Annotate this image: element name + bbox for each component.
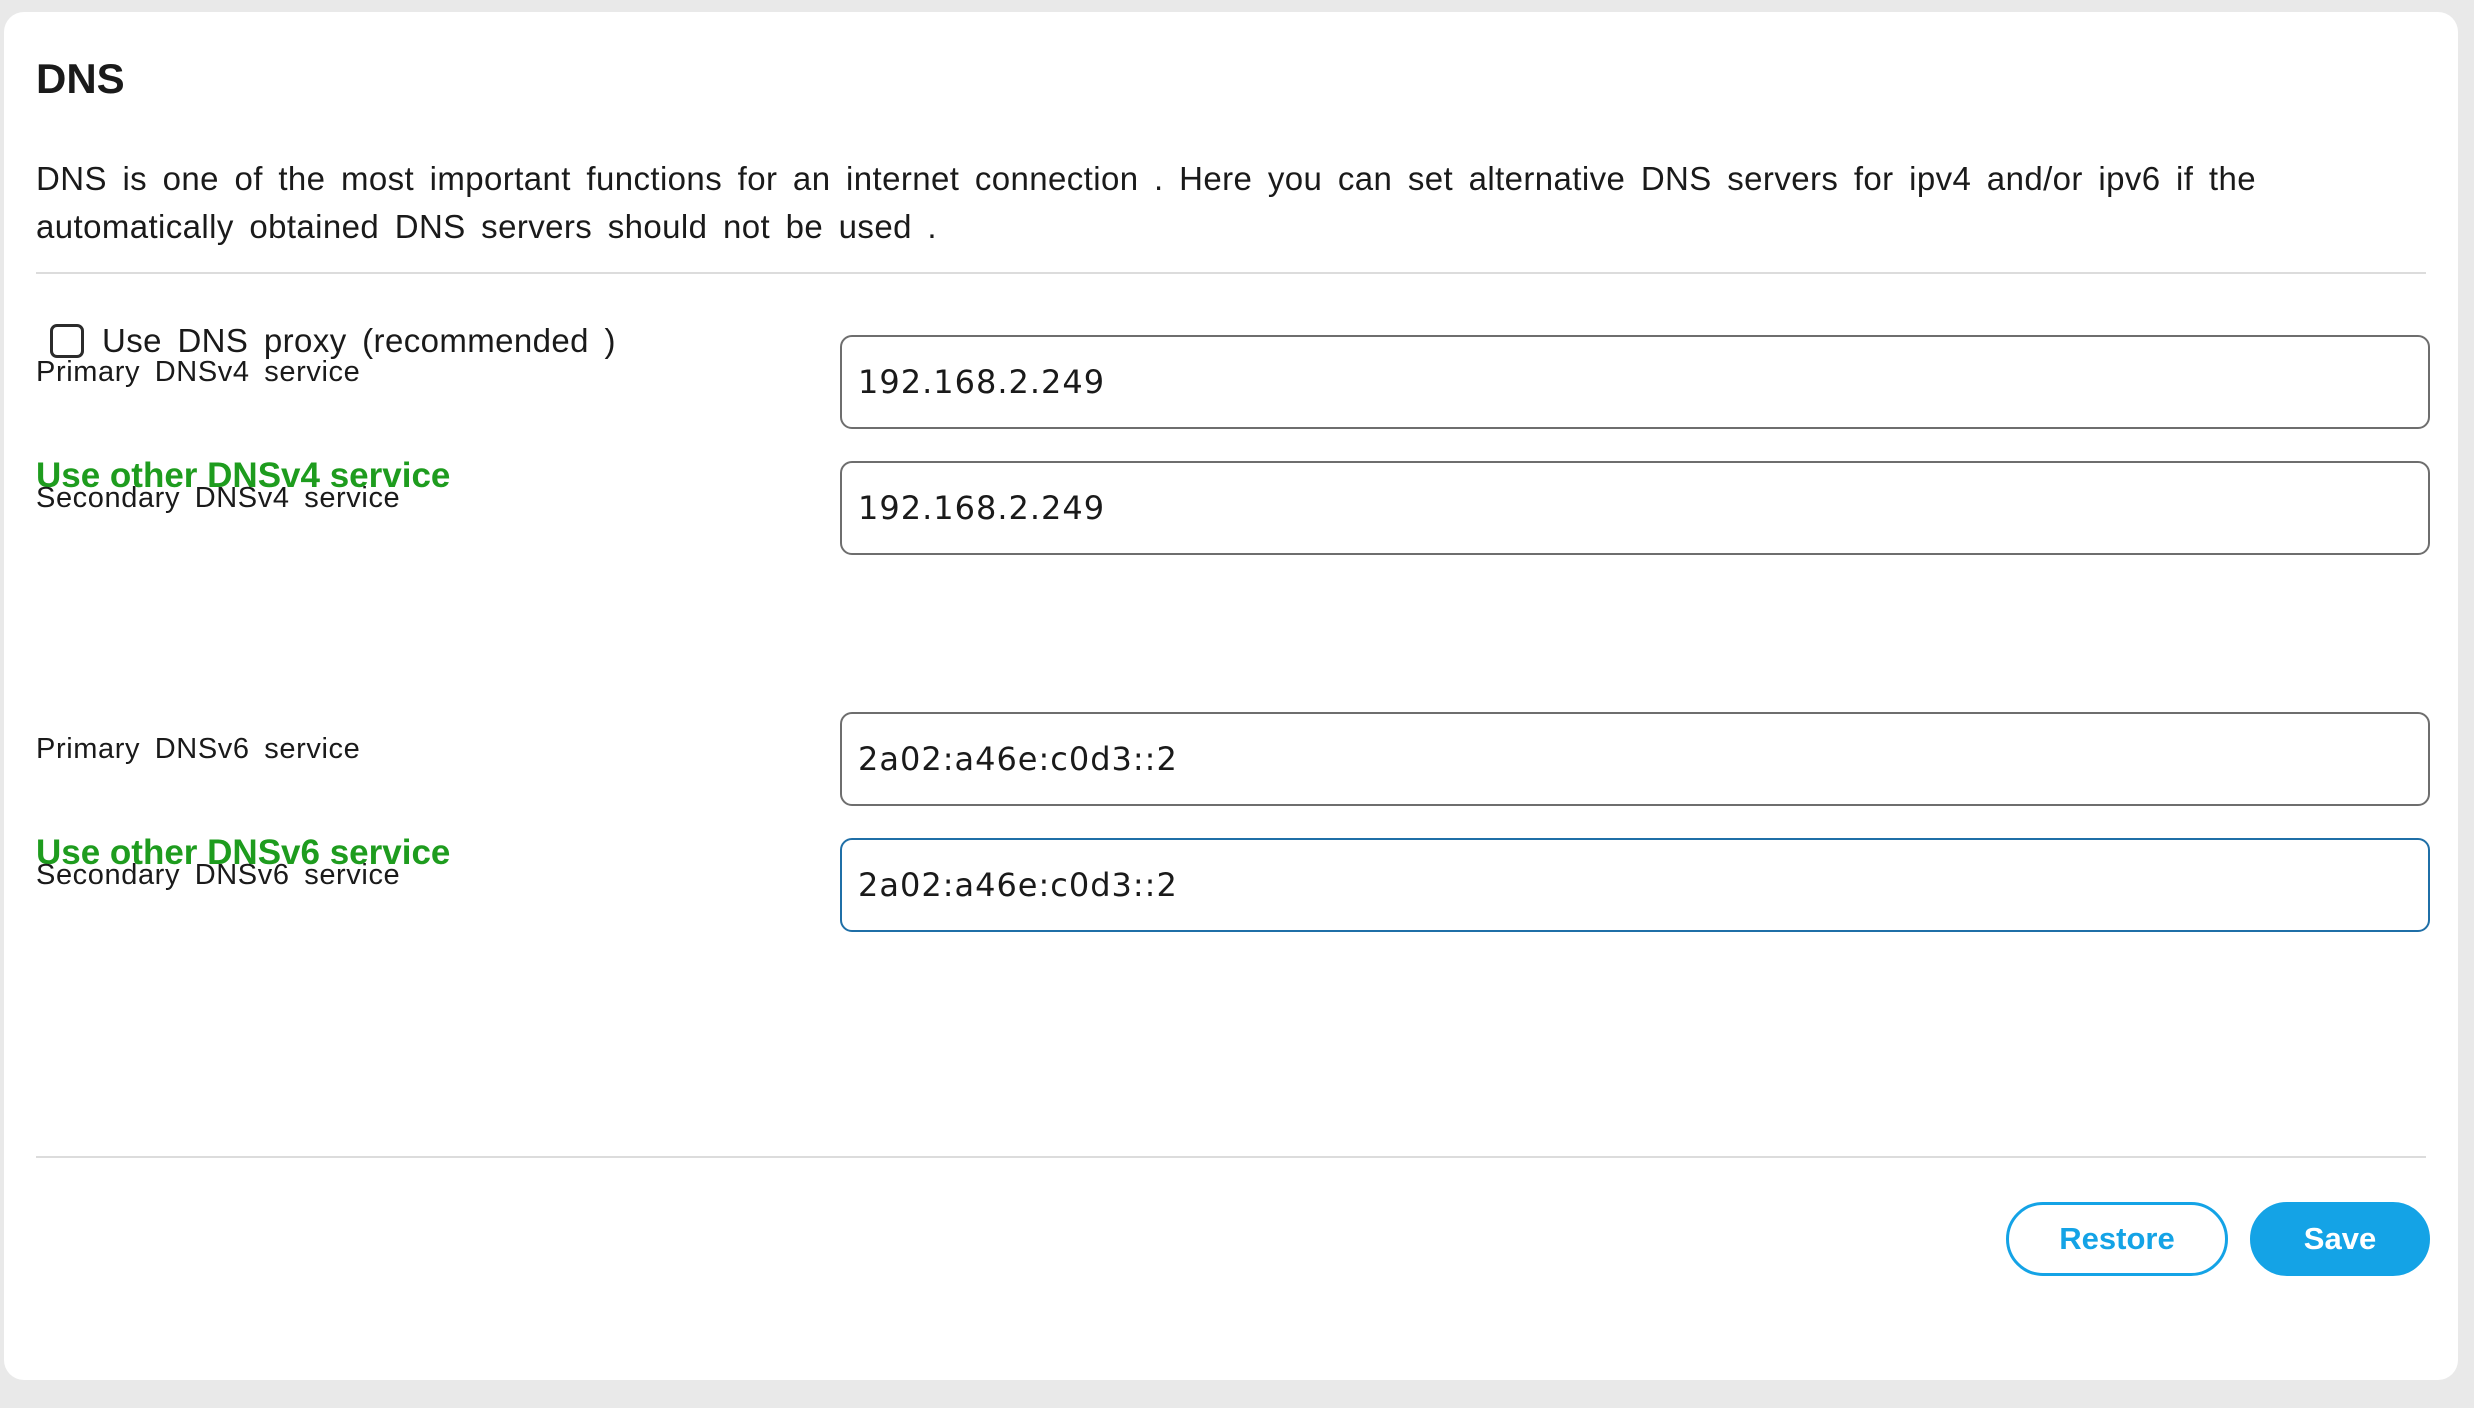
restore-button[interactable]: Restore bbox=[2006, 1202, 2228, 1276]
secondary-dnsv6-input[interactable] bbox=[840, 838, 2430, 932]
secondary-dnsv6-label: Secondary DNSv6 service bbox=[36, 859, 401, 891]
save-button[interactable]: Save bbox=[2250, 1202, 2430, 1276]
secondary-dnsv4-input[interactable] bbox=[840, 461, 2430, 555]
primary-dnsv6-input[interactable] bbox=[840, 712, 2430, 806]
dns-proxy-label: Use DNS proxy (recommended ) bbox=[102, 322, 616, 359]
primary-dnsv4-label: Primary DNSv4 service bbox=[36, 356, 361, 388]
dns-settings-card: DNS DNS is one of the most important fun… bbox=[4, 12, 2458, 1380]
primary-dnsv4-input[interactable] bbox=[840, 335, 2430, 429]
dns-proxy-checkbox[interactable] bbox=[50, 324, 84, 358]
bottom-divider bbox=[36, 1156, 2426, 1158]
page-description: DNS is one of the most important functio… bbox=[36, 160, 2256, 245]
dns-proxy-option[interactable]: Use DNS proxy (recommended ) bbox=[50, 322, 616, 360]
secondary-dnsv4-label: Secondary DNSv4 service bbox=[36, 482, 401, 514]
primary-dnsv6-label: Primary DNSv6 service bbox=[36, 733, 361, 765]
top-divider bbox=[36, 272, 2426, 274]
page-title: DNS bbox=[36, 55, 125, 102]
